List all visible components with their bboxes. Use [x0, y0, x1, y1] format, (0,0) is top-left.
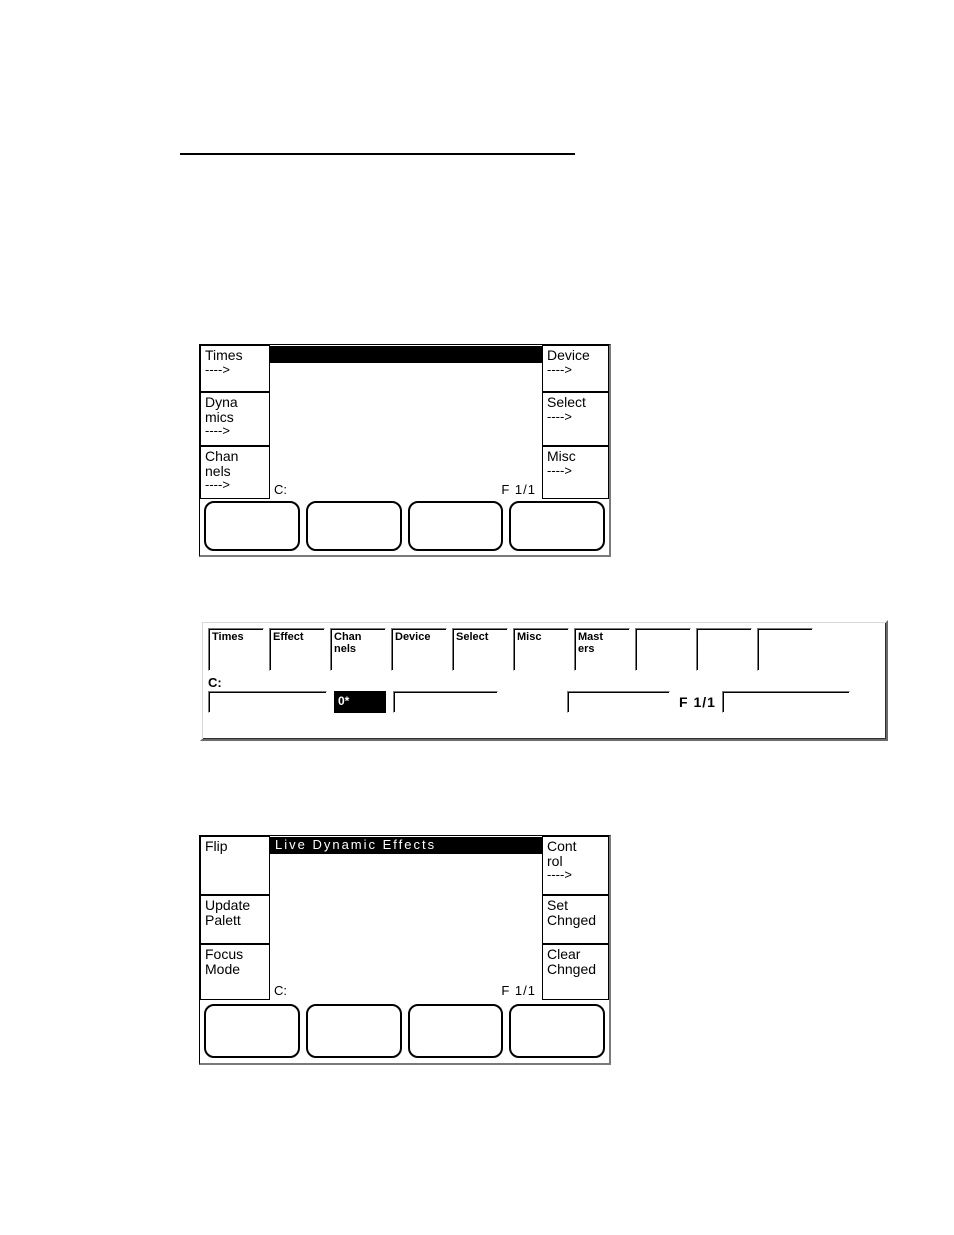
strip-cell-effect[interactable]: Effect — [269, 628, 325, 671]
strip-cell-times[interactable]: Times — [208, 628, 264, 671]
bottom-softkey-4[interactable] — [509, 1004, 605, 1058]
softkey-label: Chan nels — [205, 448, 238, 479]
strip-cell-channels[interactable]: Chan nels — [330, 628, 386, 671]
cell-label: Select — [456, 631, 488, 643]
strip-cell-device[interactable]: Device — [391, 628, 447, 671]
cell-label: Device — [395, 631, 430, 643]
field-2[interactable] — [393, 691, 498, 713]
status-c: C: — [208, 675, 880, 690]
softkey-label: Dyna mics — [205, 394, 238, 425]
softkey-label: Device — [547, 347, 590, 363]
softkey-flip[interactable]: Flip — [200, 836, 270, 895]
strip-cell-select[interactable]: Select — [452, 628, 508, 671]
cell-label: Chan nels — [334, 631, 362, 655]
softkey-label: Cont rol — [547, 838, 577, 869]
cell-label: Times — [212, 631, 244, 643]
bottom-softkey-4[interactable] — [509, 501, 605, 551]
softkey-label: Select — [547, 394, 586, 410]
strip-cell-empty-2[interactable] — [696, 628, 752, 671]
status-f: F 1/1 — [501, 482, 536, 497]
softkey-update-palett[interactable]: Update Palett — [200, 895, 270, 944]
softkey-label: Update Palett — [205, 897, 250, 928]
softkey-label: Times — [205, 347, 243, 363]
panel-titlebar: Live Dynamic Effects — [270, 837, 542, 854]
softkey-times[interactable]: Times ----> — [200, 345, 270, 392]
arrow-icon: ----> — [547, 410, 604, 424]
softkey-channels[interactable]: Chan nels ----> — [200, 446, 270, 499]
softkey-select[interactable]: Select ----> — [542, 392, 609, 446]
bottom-softkey-1[interactable] — [204, 501, 300, 551]
bottom-softkey-2[interactable] — [306, 1004, 402, 1058]
arrow-icon: ----> — [547, 868, 604, 882]
strip-cell-empty-3[interactable] — [757, 628, 813, 671]
arrow-icon: ----> — [205, 363, 265, 377]
bottom-softkey-3[interactable] — [408, 1004, 504, 1058]
cell-label: Misc — [517, 631, 541, 643]
softkey-label: Flip — [205, 838, 228, 854]
field-dark[interactable]: 0* — [334, 691, 386, 713]
arrow-icon: ----> — [547, 363, 604, 377]
arrow-icon: ----> — [205, 424, 265, 438]
bottom-softkey-3[interactable] — [408, 501, 504, 551]
softkey-set-changed[interactable]: Set Chnged — [542, 895, 609, 944]
field-4[interactable] — [722, 691, 850, 713]
cell-label: Mast ers — [578, 631, 603, 655]
bottom-softkey-1[interactable] — [204, 1004, 300, 1058]
softkey-device[interactable]: Device ----> — [542, 345, 609, 392]
field-3[interactable] — [567, 691, 670, 713]
arrow-icon: ----> — [205, 478, 265, 492]
softkey-misc[interactable]: Misc ----> — [542, 446, 609, 499]
softkey-label: Misc — [547, 448, 576, 464]
status-f: F 1/1 — [501, 983, 536, 998]
cell-label: Effect — [273, 631, 304, 643]
softkey-control[interactable]: Cont rol ----> — [542, 836, 609, 895]
softkey-clear-changed[interactable]: Clear Chnged — [542, 944, 609, 1000]
arrow-icon: ----> — [547, 464, 604, 478]
status-f: F 1/1 — [679, 694, 716, 710]
softkey-label: Focus Mode — [205, 946, 243, 977]
toolbar-strip: Times Effect Chan nels Device Select Mis… — [200, 620, 888, 741]
strip-cell-misc[interactable]: Misc — [513, 628, 569, 671]
field-1[interactable] — [208, 691, 327, 713]
strip-cell-masters[interactable]: Mast ers — [574, 628, 630, 671]
panel-titlebar — [270, 346, 542, 363]
bottom-softkey-2[interactable] — [306, 501, 402, 551]
horizontal-rule — [180, 153, 575, 155]
softkey-focus-mode[interactable]: Focus Mode — [200, 944, 270, 1000]
lcd-panel-bottom: Flip Live Dynamic Effects Cont rol ---->… — [199, 835, 611, 1065]
field-value: 0* — [338, 694, 349, 708]
lcd-panel-top: Times ----> Device ----> Dyna mics ----> — [199, 344, 611, 557]
softkey-label: Clear Chnged — [547, 946, 596, 977]
status-c: C: — [274, 983, 287, 998]
softkey-label: Set Chnged — [547, 897, 596, 928]
softkey-dynamics[interactable]: Dyna mics ----> — [200, 392, 270, 446]
status-c: C: — [274, 482, 287, 497]
strip-cell-empty-1[interactable] — [635, 628, 691, 671]
